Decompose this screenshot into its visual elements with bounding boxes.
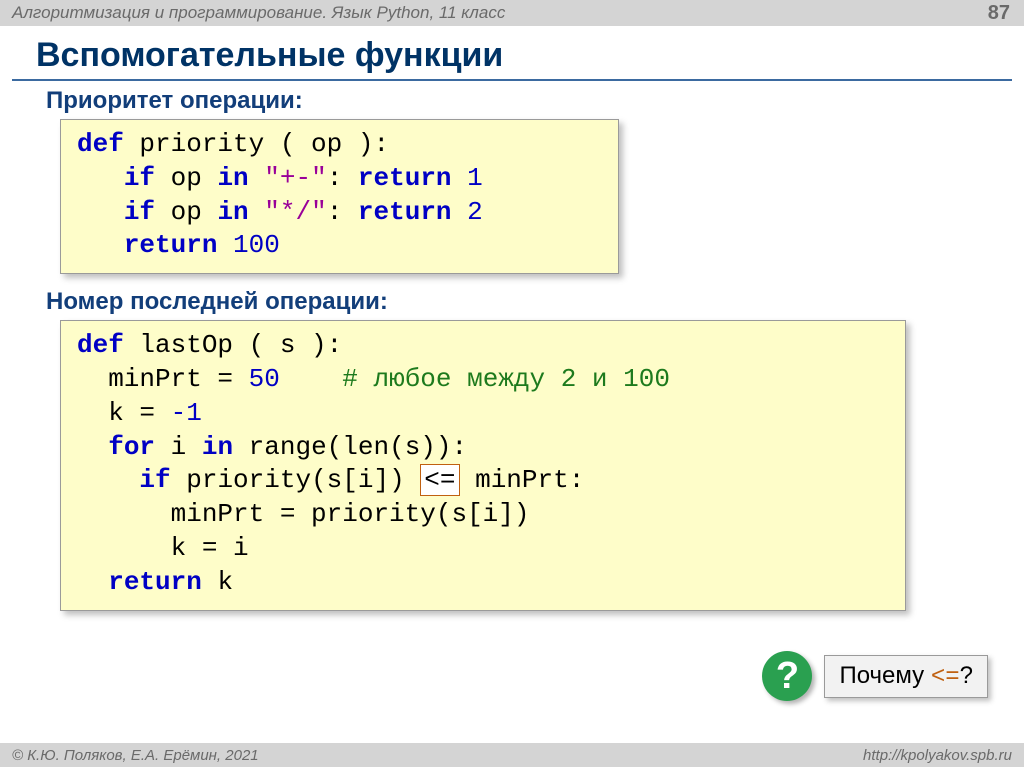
- num-literal: 1: [467, 163, 483, 193]
- string-literal: "+-": [264, 163, 326, 193]
- indent: [77, 163, 124, 193]
- txt: :: [327, 163, 358, 193]
- indent: [77, 567, 108, 597]
- fn-name: lastOp ( s ):: [124, 330, 342, 360]
- code-line: minPrt = priority(s[i]): [77, 499, 529, 529]
- callout-text: ?: [960, 662, 973, 689]
- sp: [249, 163, 265, 193]
- header-bar: Алгоритмизация и программирование. Язык …: [0, 0, 1024, 26]
- question-mark-icon: ?: [762, 651, 812, 701]
- footer-url: http://kpolyakov.spb.ru: [863, 747, 1012, 764]
- slide: Алгоритмизация и программирование. Язык …: [0, 0, 1024, 767]
- txt: priority(s[i]): [171, 465, 421, 495]
- num-literal: 2: [467, 197, 483, 227]
- num-literal: 50: [249, 364, 280, 394]
- sp: [217, 230, 233, 260]
- footer-bar: © К.Ю. Поляков, Е.А. Ерёмин, 2021 http:/…: [0, 743, 1024, 767]
- callout-bubble: Почему <=?: [824, 655, 988, 698]
- code-box-lastop: def lastOp ( s ): minPrt = 50 # любое ме…: [60, 320, 906, 610]
- indent: [77, 230, 124, 260]
- kw-if: if: [124, 163, 155, 193]
- section2-heading: Номер последней операции:: [46, 288, 1024, 316]
- indent: [77, 465, 139, 495]
- kw-if: if: [139, 465, 170, 495]
- kw-in: in: [202, 432, 233, 462]
- sp: [452, 163, 468, 193]
- course-title: Алгоритмизация и программирование. Язык …: [12, 3, 505, 23]
- string-literal: "*/": [264, 197, 326, 227]
- txt: i: [155, 432, 202, 462]
- kw-return: return: [358, 197, 452, 227]
- code-box-priority: def priority ( op ): if op in "+-": retu…: [60, 119, 619, 274]
- txt: op: [155, 197, 217, 227]
- txt: k =: [77, 398, 171, 428]
- question-callout: ? Почему <=?: [762, 651, 988, 701]
- kw-def: def: [77, 129, 124, 159]
- txt: minPrt =: [77, 364, 249, 394]
- callout-operator: <=: [931, 664, 960, 691]
- footer-copyright: © К.Ю. Поляков, Е.А. Ерёмин, 2021: [12, 747, 259, 764]
- callout-text: Почему: [839, 662, 930, 689]
- kw-def: def: [77, 330, 124, 360]
- indent: [77, 432, 108, 462]
- txt: minPrt:: [460, 465, 585, 495]
- code-line: k = i: [77, 533, 249, 563]
- num-literal: 100: [233, 230, 280, 260]
- txt: range(len(s)):: [233, 432, 467, 462]
- comment: # любое между 2 и 100: [342, 364, 670, 394]
- kw-return: return: [124, 230, 218, 260]
- title-rule: [12, 79, 1012, 81]
- kw-in: in: [217, 163, 248, 193]
- kw-for: for: [108, 432, 155, 462]
- kw-if: if: [124, 197, 155, 227]
- num-literal: -1: [171, 398, 202, 428]
- kw-return: return: [358, 163, 452, 193]
- sp: [249, 197, 265, 227]
- txt: k: [202, 567, 233, 597]
- slide-title: Вспомогательные функции: [36, 36, 1024, 75]
- fn-name: priority ( op ):: [124, 129, 389, 159]
- section1-heading: Приоритет операции:: [46, 87, 1024, 115]
- txt: op: [155, 163, 217, 193]
- highlight-operator: <=: [420, 464, 459, 496]
- txt: :: [327, 197, 358, 227]
- kw-return: return: [108, 567, 202, 597]
- kw-in: in: [217, 197, 248, 227]
- sp: [280, 364, 342, 394]
- indent: [77, 197, 124, 227]
- page-number: 87: [988, 2, 1010, 25]
- sp: [452, 197, 468, 227]
